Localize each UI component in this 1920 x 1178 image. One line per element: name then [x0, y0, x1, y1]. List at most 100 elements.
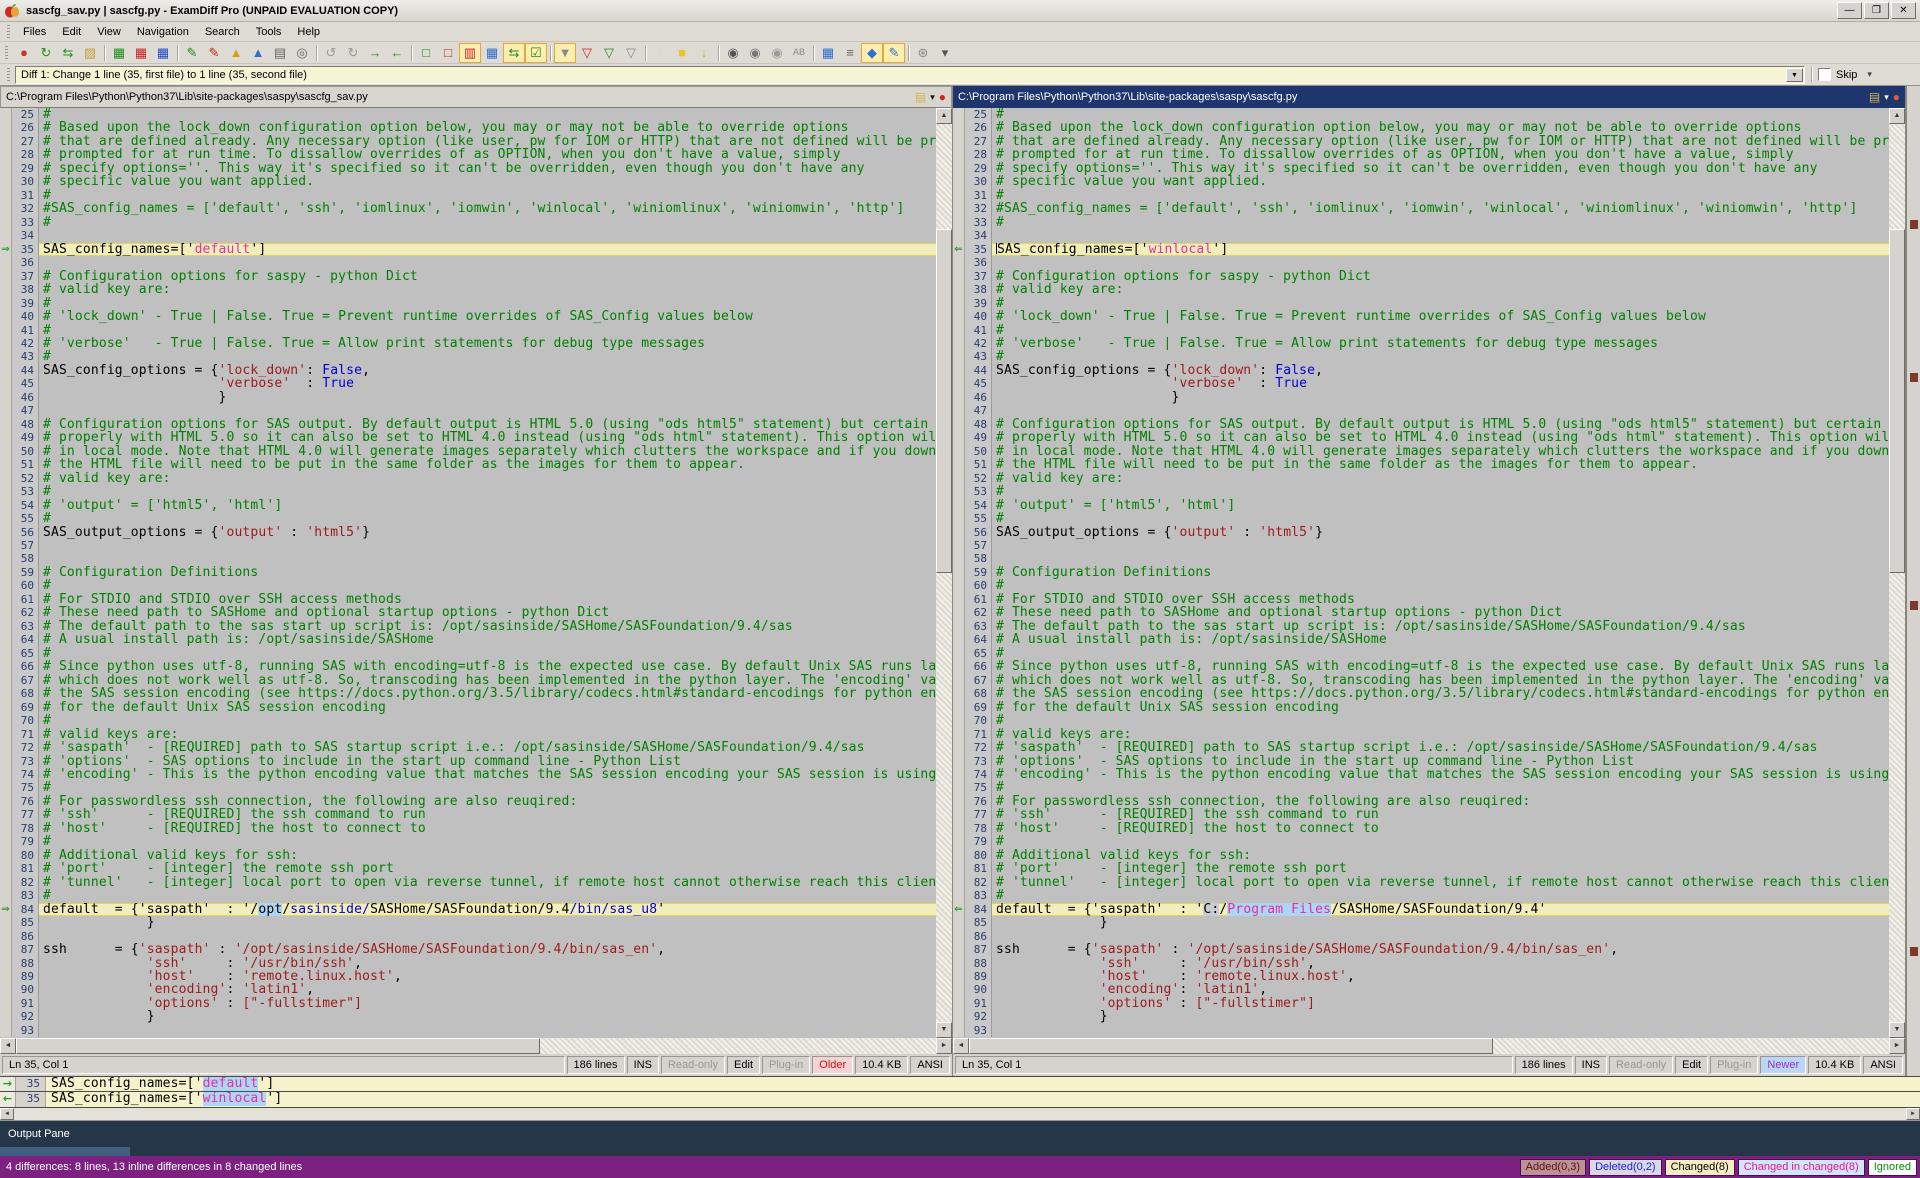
current-change-icon[interactable]: ■: [671, 43, 693, 63]
menu-view[interactable]: View: [89, 24, 129, 40]
filter-ignored-icon[interactable]: ▽: [620, 43, 642, 63]
right-hscroll-thumb[interactable]: [969, 1038, 1493, 1054]
current-diff-combo[interactable]: Diff 1: Change 1 line (35, first file) t…: [15, 66, 1805, 84]
filter-all-icon[interactable]: ▼: [554, 43, 576, 63]
statistics-icon[interactable]: ▦: [817, 43, 839, 63]
show-changed-icon[interactable]: ▥: [459, 43, 481, 63]
chevron-down-icon[interactable]: ▾: [1867, 69, 1872, 80]
swap-panes-icon[interactable]: ⇆: [57, 43, 79, 63]
header-dropdown-icon[interactable]: ▾: [1884, 93, 1889, 102]
left-hscroll-thumb[interactable]: [16, 1038, 540, 1054]
save-icon[interactable]: ▦: [108, 43, 130, 63]
menu-search[interactable]: Search: [197, 24, 248, 40]
output-pane-tab[interactable]: [0, 1147, 130, 1156]
diff-detail-row[interactable]: →35SAS_config_names=['default']: [0, 1077, 1920, 1092]
edit-second-icon[interactable]: ✎: [203, 43, 225, 63]
show-added-icon[interactable]: □: [437, 43, 459, 63]
auto-recompare-icon[interactable]: ☑: [525, 43, 547, 63]
code-segment: True: [322, 377, 354, 390]
settings-gear-icon[interactable]: ⊛: [912, 43, 934, 63]
menu-grip-handle[interactable]: [7, 25, 10, 39]
match-case-icon[interactable]: AB: [788, 43, 810, 63]
scroll-left-icon[interactable]: ◄: [953, 1038, 969, 1054]
skip-checkbox[interactable]: [1818, 68, 1831, 81]
print-icon[interactable]: ▤: [269, 43, 291, 63]
find-next-icon[interactable]: ◉: [744, 43, 766, 63]
prev-change-icon[interactable]: ↑: [649, 43, 671, 63]
gutter-cell: [953, 808, 965, 821]
minimize-button[interactable]: —: [1837, 2, 1862, 19]
output-pane-header[interactable]: Output Pane: [0, 1121, 1920, 1147]
diff-map-mark[interactable]: [1910, 947, 1918, 956]
show-moved-icon[interactable]: ▦: [481, 43, 503, 63]
right-vscroll-thumb[interactable]: [1889, 229, 1905, 573]
print-preview-icon[interactable]: ◎: [291, 43, 313, 63]
compare-files-icon[interactable]: ●: [13, 43, 35, 63]
goto-second-icon[interactable]: ▲: [247, 43, 269, 63]
menu-tools[interactable]: Tools: [248, 24, 290, 40]
undo-icon[interactable]: ↺: [320, 43, 342, 63]
diff-marker-icon[interactable]: ⇐: [953, 903, 965, 916]
diff-map-strip[interactable]: [1906, 86, 1920, 1076]
copy-file-icon[interactable]: ▤: [915, 91, 926, 103]
skip-diff-control[interactable]: Skip: [1818, 68, 1857, 81]
save-second-icon[interactable]: ▦: [152, 43, 174, 63]
scroll-right-icon[interactable]: ►: [1889, 1038, 1905, 1054]
diff-map-mark[interactable]: [1910, 601, 1918, 610]
redo-icon[interactable]: ↻: [342, 43, 364, 63]
diff-marker-icon[interactable]: ⇒: [0, 903, 12, 916]
right-horizontal-scrollbar[interactable]: ◄ ►: [953, 1038, 1905, 1054]
goto-first-icon[interactable]: ▲: [225, 43, 247, 63]
left-vscroll-thumb[interactable]: [936, 229, 952, 573]
close-button[interactable]: ✕: [1891, 2, 1916, 19]
open-files-icon[interactable]: ▨: [79, 43, 101, 63]
plugins-icon[interactable]: ◆: [861, 43, 883, 63]
diff-map-mark[interactable]: [1910, 220, 1918, 229]
filter-added-icon[interactable]: ▽: [576, 43, 598, 63]
recompare-icon[interactable]: ↻: [35, 43, 57, 63]
diff-detail-row[interactable]: ←35SAS_config_names=['winlocal']: [0, 1092, 1920, 1107]
scroll-left-icon[interactable]: ◄: [0, 1038, 16, 1054]
scroll-up-icon[interactable]: ▲: [936, 108, 952, 124]
menu-navigation[interactable]: Navigation: [129, 24, 197, 40]
diffbar-grip-handle[interactable]: [7, 68, 10, 82]
prev-diff-icon[interactable]: ←: [386, 43, 408, 63]
diff-combo-dropdown-icon[interactable]: ▼: [1786, 68, 1803, 82]
save-first-icon[interactable]: ▦: [130, 43, 152, 63]
detail-horizontal-scrollbar[interactable]: ◄ ►: [0, 1108, 1920, 1121]
right-code-view[interactable]: 25#26# Based upon the lock_down configur…: [953, 108, 1889, 1038]
copy-file-icon[interactable]: ▤: [1869, 91, 1880, 103]
toolbar-overflow-icon[interactable]: ▾: [934, 43, 956, 63]
menu-edit[interactable]: Edit: [54, 24, 89, 40]
left-file-header[interactable]: C:\Program Files\Python\Python37\Lib\sit…: [0, 86, 952, 108]
editor-options-icon[interactable]: ✎: [883, 43, 905, 63]
find-icon[interactable]: ◉: [722, 43, 744, 63]
diff-map-mark[interactable]: [1910, 373, 1918, 382]
toolbar-grip-handle[interactable]: [5, 46, 8, 60]
scroll-down-icon[interactable]: ▼: [936, 1022, 952, 1038]
sync-scroll-icon[interactable]: ⇆: [503, 43, 525, 63]
scroll-down-icon[interactable]: ▼: [1889, 1022, 1905, 1038]
right-vertical-scrollbar[interactable]: ▲ ▼: [1889, 108, 1905, 1038]
show-identical-icon[interactable]: □: [415, 43, 437, 63]
left-vertical-scrollbar[interactable]: ▲ ▼: [936, 108, 952, 1038]
right-file-header[interactable]: C:\Program Files\Python\Python37\Lib\sit…: [953, 86, 1905, 108]
find-prev-icon[interactable]: ◉: [766, 43, 788, 63]
menu-files[interactable]: Files: [15, 24, 54, 40]
maximize-button[interactable]: ❐: [1864, 2, 1889, 19]
left-horizontal-scrollbar[interactable]: ◄ ►: [0, 1038, 952, 1054]
edit-first-icon[interactable]: ✎: [181, 43, 203, 63]
show-lines-icon[interactable]: ≡: [839, 43, 861, 63]
diff-marker-icon[interactable]: ⇒: [0, 243, 12, 256]
scroll-right-icon[interactable]: ►: [1906, 1108, 1920, 1120]
header-dropdown-icon[interactable]: ▾: [930, 93, 935, 102]
next-change-icon[interactable]: ↓: [693, 43, 715, 63]
menu-help[interactable]: Help: [289, 24, 328, 40]
diff-marker-icon[interactable]: ⇐: [953, 243, 965, 256]
filter-changed-icon[interactable]: ▽: [598, 43, 620, 63]
scroll-left-icon[interactable]: ◄: [0, 1108, 14, 1120]
next-diff-icon[interactable]: →: [364, 43, 386, 63]
scroll-right-icon[interactable]: ►: [936, 1038, 952, 1054]
scroll-up-icon[interactable]: ▲: [1889, 108, 1905, 124]
left-code-view[interactable]: 25#26# Based upon the lock_down configur…: [0, 108, 936, 1038]
